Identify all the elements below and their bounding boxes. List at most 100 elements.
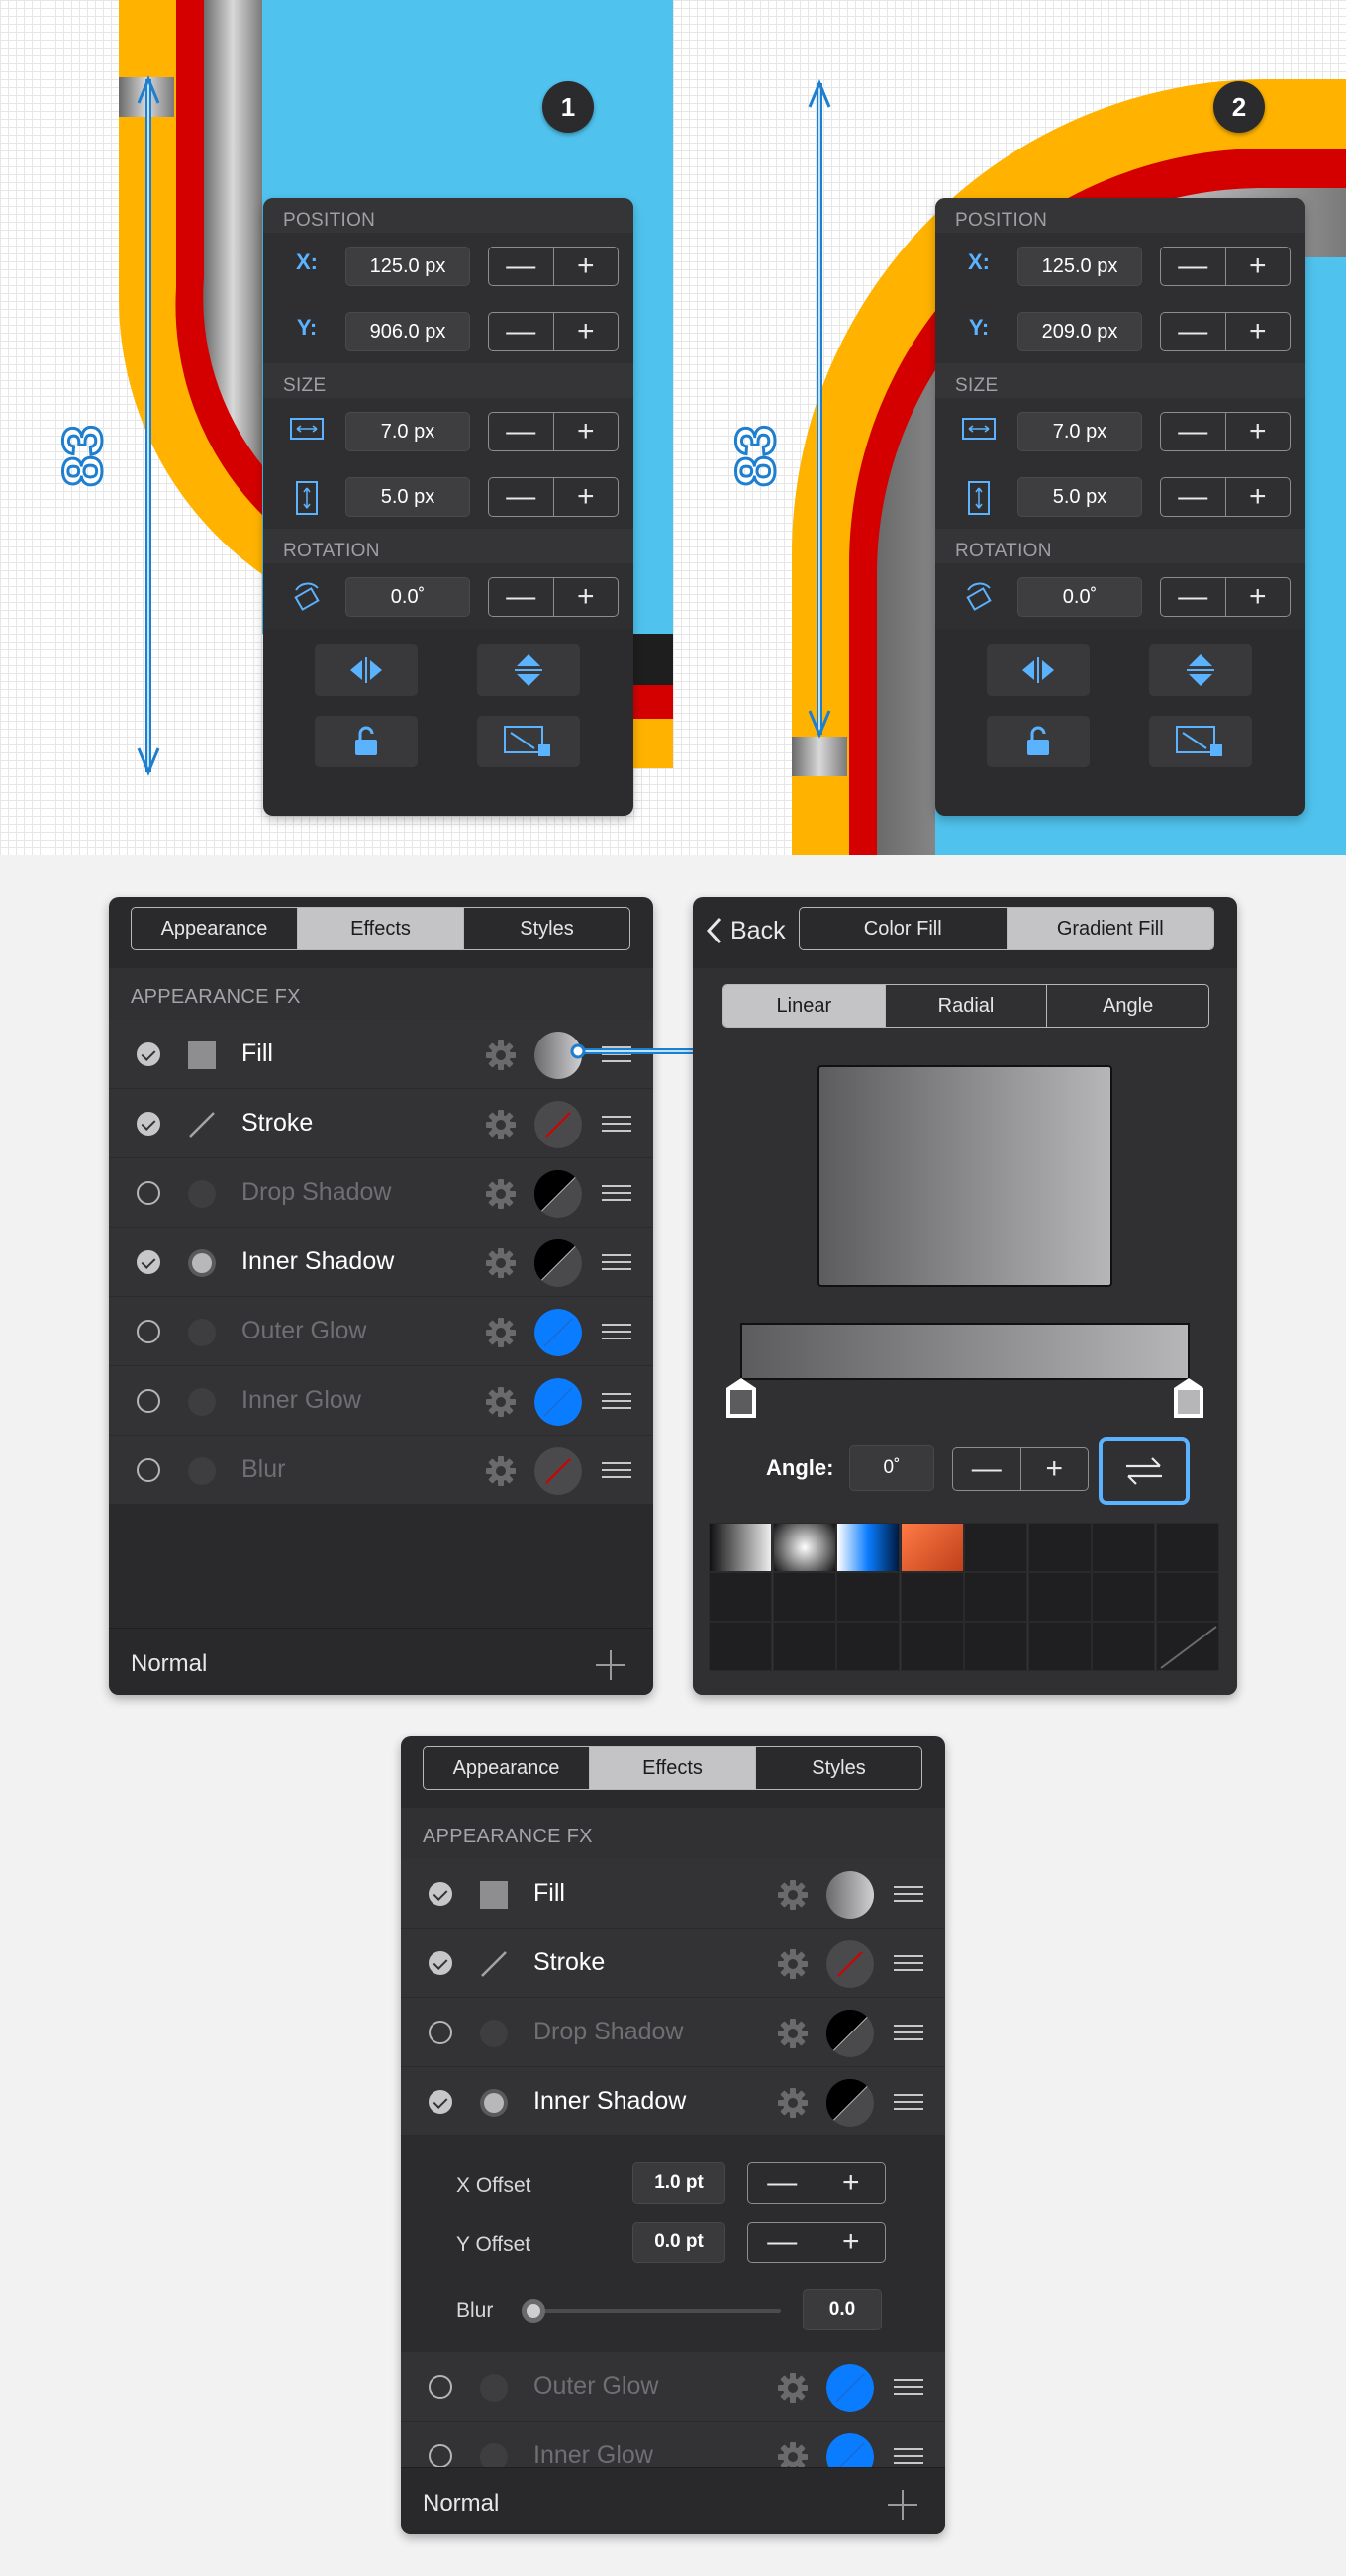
scale-proportional-button[interactable]: [1149, 716, 1252, 767]
gradient-swatch-cell[interactable]: [772, 1572, 836, 1622]
height-field[interactable]: 5.0 px: [345, 477, 470, 517]
rotation-field[interactable]: 0.0˚: [345, 577, 470, 617]
effect-swatch[interactable]: [826, 2010, 874, 2057]
tab-effects[interactable]: Effects: [590, 1747, 756, 1789]
x-stepper[interactable]: — +: [1160, 247, 1291, 286]
effect-row-fill[interactable]: Fill: [401, 1859, 945, 1929]
effect-row-drop-shadow[interactable]: Drop Shadow: [401, 1998, 945, 2067]
increment-button[interactable]: +: [817, 2163, 886, 2203]
rotation-stepper[interactable]: — +: [1160, 577, 1291, 617]
increment-button[interactable]: +: [554, 578, 619, 616]
gradient-swatch-cell[interactable]: [1092, 1622, 1155, 1671]
effect-swatch[interactable]: [534, 1170, 582, 1218]
gradient-swatch-cell[interactable]: [1027, 1572, 1092, 1622]
decrement-button[interactable]: —: [748, 2223, 817, 2262]
width-field[interactable]: 7.0 px: [1017, 412, 1142, 451]
effect-toggle-checkbox[interactable]: [137, 1112, 160, 1136]
tab-radial[interactable]: Radial: [886, 985, 1048, 1027]
y-field[interactable]: 906.0 px: [345, 312, 470, 351]
tab-linear[interactable]: Linear: [723, 985, 886, 1027]
y-offset-field[interactable]: 0.0 pt: [632, 2222, 725, 2263]
decrement-button[interactable]: —: [748, 2163, 817, 2203]
x-offset-field[interactable]: 1.0 pt: [632, 2162, 725, 2204]
width-stepper[interactable]: — +: [488, 412, 619, 451]
decrement-button[interactable]: —: [1161, 413, 1226, 450]
gradient-swatch-cell[interactable]: [964, 1622, 1027, 1671]
drag-handle-icon[interactable]: [894, 1955, 923, 1971]
effect-toggle-checkbox[interactable]: [429, 2444, 452, 2468]
decrement-button[interactable]: —: [953, 1448, 1021, 1490]
drag-handle-icon[interactable]: [602, 1116, 631, 1132]
scale-proportional-button[interactable]: [477, 716, 580, 767]
decrement-button[interactable]: —: [489, 313, 554, 350]
angle-stepper[interactable]: — +: [952, 1447, 1089, 1491]
effect-swatch[interactable]: [826, 2364, 874, 2412]
flip-horizontal-button[interactable]: [315, 644, 418, 696]
gear-icon[interactable]: [485, 1386, 517, 1418]
gear-icon[interactable]: [485, 1317, 517, 1348]
flip-vertical-button[interactable]: [477, 644, 580, 696]
blur-slider-handle[interactable]: [522, 2299, 545, 2323]
increment-button[interactable]: +: [554, 413, 619, 450]
tab-styles[interactable]: Styles: [464, 908, 629, 949]
blend-mode-select[interactable]: Normal: [131, 1650, 207, 1678]
gradient-swatch-cell[interactable]: [836, 1523, 900, 1572]
drag-handle-icon[interactable]: [602, 1462, 631, 1478]
gradient-swatch-cell[interactable]: [900, 1523, 964, 1572]
effect-row-stroke[interactable]: Stroke: [109, 1089, 653, 1158]
increment-button[interactable]: +: [554, 478, 619, 516]
drag-handle-icon[interactable]: [894, 2379, 923, 2395]
effect-swatch[interactable]: [534, 1447, 582, 1495]
increment-button[interactable]: +: [1226, 313, 1291, 350]
gradient-swatch-cell[interactable]: [1092, 1572, 1155, 1622]
drag-handle-icon[interactable]: [602, 1393, 631, 1409]
gradient-swatch-cell[interactable]: [836, 1572, 900, 1622]
height-stepper[interactable]: — +: [1160, 477, 1291, 517]
gear-icon[interactable]: [777, 1879, 809, 1911]
add-effect-button[interactable]: [594, 1648, 627, 1683]
rotation-stepper[interactable]: — +: [488, 577, 619, 617]
gradient-swatch-cell[interactable]: [1092, 1523, 1155, 1572]
add-effect-button[interactable]: [886, 2488, 919, 2523]
gear-icon[interactable]: [485, 1247, 517, 1279]
blur-field[interactable]: 0.0: [803, 2289, 882, 2330]
effect-row-stroke[interactable]: Stroke: [401, 1929, 945, 1998]
effect-toggle-checkbox[interactable]: [137, 1250, 160, 1274]
lock-button[interactable]: [987, 716, 1090, 767]
gradient-swatch-cell[interactable]: [900, 1572, 964, 1622]
flip-horizontal-button[interactable]: [987, 644, 1090, 696]
tab-effects[interactable]: Effects: [298, 908, 464, 949]
height-stepper[interactable]: — +: [488, 477, 619, 517]
reverse-gradient-button[interactable]: [1099, 1437, 1190, 1505]
effect-row-drop-shadow[interactable]: Drop Shadow: [109, 1158, 653, 1228]
gear-icon[interactable]: [485, 1178, 517, 1210]
gradient-swatch-cell[interactable]: [964, 1572, 1027, 1622]
blur-slider-track[interactable]: [531, 2309, 781, 2313]
decrement-button[interactable]: —: [1161, 578, 1226, 616]
gear-icon[interactable]: [777, 1948, 809, 1980]
effect-toggle-checkbox[interactable]: [137, 1389, 160, 1413]
rotation-field[interactable]: 0.0˚: [1017, 577, 1142, 617]
effect-row-blur[interactable]: Blur: [109, 1436, 653, 1505]
gradient-swatch-cell[interactable]: [900, 1622, 964, 1671]
x-field[interactable]: 125.0 px: [345, 247, 470, 286]
effect-toggle-checkbox[interactable]: [137, 1458, 160, 1482]
gradient-stop-start[interactable]: [724, 1376, 758, 1420]
gradient-swatch-cell[interactable]: [836, 1622, 900, 1671]
increment-button[interactable]: +: [817, 2223, 886, 2262]
effect-swatch[interactable]: [826, 2079, 874, 2127]
drag-handle-icon[interactable]: [602, 1254, 631, 1270]
gradient-swatch-cell[interactable]: [1155, 1523, 1219, 1572]
effect-toggle-checkbox[interactable]: [429, 1951, 452, 1975]
increment-button[interactable]: +: [1226, 248, 1291, 285]
effect-row-inner-shadow[interactable]: Inner Shadow: [109, 1228, 653, 1297]
effect-swatch[interactable]: [826, 1871, 874, 1919]
tab-styles[interactable]: Styles: [756, 1747, 921, 1789]
y-stepper[interactable]: — +: [1160, 312, 1291, 351]
decrement-button[interactable]: —: [1161, 313, 1226, 350]
tab-appearance[interactable]: Appearance: [132, 908, 298, 949]
gradient-swatch-cell[interactable]: [709, 1572, 772, 1622]
width-field[interactable]: 7.0 px: [345, 412, 470, 451]
gradient-bar[interactable]: [740, 1323, 1190, 1380]
decrement-button[interactable]: —: [489, 248, 554, 285]
